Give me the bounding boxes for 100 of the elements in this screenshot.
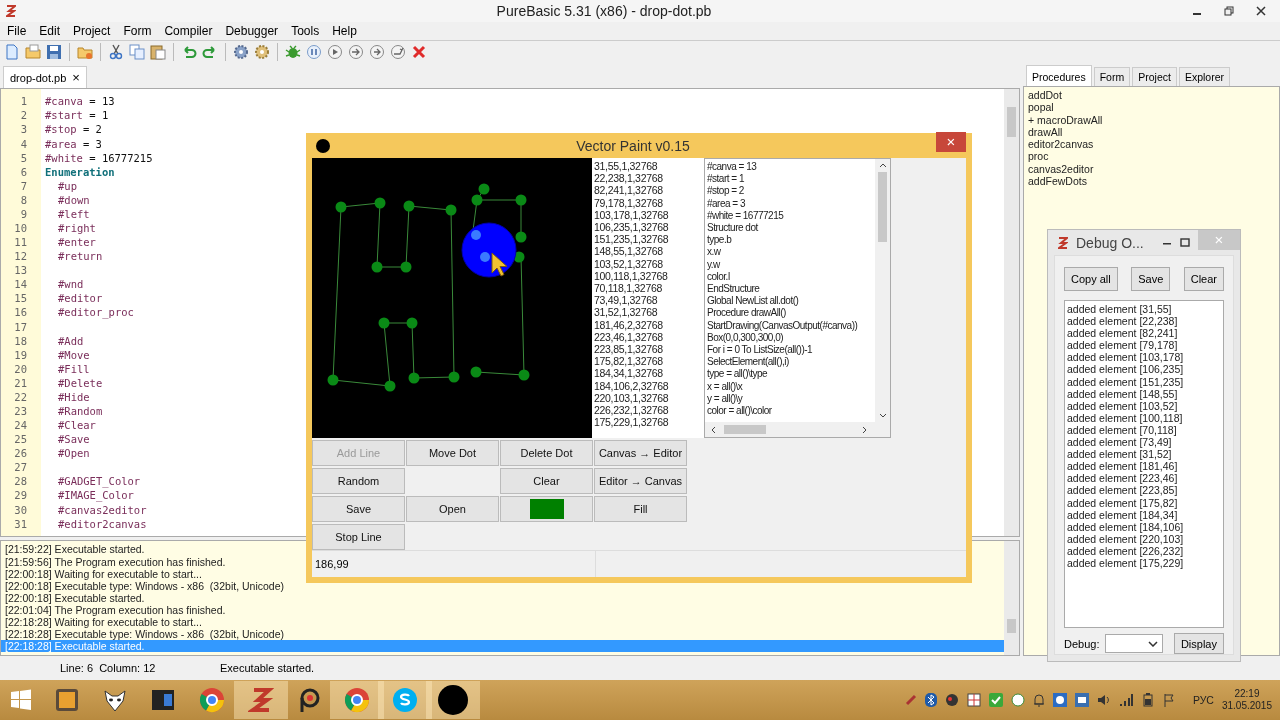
procedure-item[interactable]: canvas2editor <box>1028 162 1275 175</box>
display-button[interactable]: Display <box>1173 633 1224 654</box>
list-item[interactable]: 73,49,1,32768 <box>594 294 702 307</box>
check-icon[interactable] <box>988 693 1003 707</box>
stop-icon[interactable] <box>411 44 427 61</box>
tray-icon[interactable] <box>904 694 917 706</box>
panel-tab[interactable]: Explorer <box>1178 67 1230 87</box>
volume-icon[interactable] <box>1096 693 1111 707</box>
signal-icon[interactable] <box>1118 693 1133 707</box>
app-logo-icon[interactable] <box>248 687 274 713</box>
menu-item[interactable]: Help <box>332 23 357 38</box>
scroll-up-icon[interactable] <box>878 162 887 168</box>
undo-icon[interactable] <box>181 44 197 61</box>
tray-icon[interactable] <box>1010 693 1025 707</box>
list-item[interactable]: 100,118,1,32768 <box>594 269 702 283</box>
app-icon[interactable] <box>150 687 176 713</box>
list-item[interactable]: 223,85,1,32768 <box>594 343 702 356</box>
close-icon[interactable] <box>1256 5 1266 16</box>
procedure-item[interactable]: + macroDrawAll <box>1028 113 1275 126</box>
scroll-down-icon[interactable] <box>878 413 887 419</box>
menu-item[interactable]: Compiler <box>164 23 213 38</box>
scrollbar-thumb[interactable] <box>878 172 887 242</box>
menu-item[interactable]: Debugger <box>225 23 279 38</box>
clock-time[interactable]: 22:19 <box>1234 688 1260 700</box>
list-item[interactable]: 226,232,1,32768 <box>594 404 702 417</box>
step-icon[interactable] <box>369 44 385 61</box>
toolbar-button[interactable]: Move Dot <box>406 440 499 466</box>
menu-item[interactable]: Form <box>123 23 152 38</box>
source-editor[interactable] <box>704 158 891 438</box>
clock-date[interactable]: 31.05.2015 <box>1221 700 1272 712</box>
procedure-item[interactable]: popal <box>1028 101 1275 114</box>
procedure-item[interactable]: proc <box>1028 150 1275 163</box>
save-icon[interactable] <box>46 44 62 61</box>
gear-icon[interactable] <box>233 44 249 61</box>
list-item[interactable]: 106,235,1,32768 <box>594 221 702 234</box>
folder-icon[interactable] <box>77 44 93 61</box>
list-item[interactable]: 151,235,1,32768 <box>594 233 702 246</box>
list-item[interactable]: 148,55,1,32768 <box>594 245 702 258</box>
vertical-scrollbar[interactable] <box>875 159 890 422</box>
color-picker-button[interactable] <box>500 496 593 522</box>
alien-head-icon[interactable] <box>102 687 128 713</box>
vertical-scrollbar[interactable] <box>1004 89 1019 537</box>
list-item[interactable]: 223,46,1,32768 <box>594 330 702 344</box>
step-icon[interactable] <box>348 44 364 61</box>
toolbar-button[interactable]: Open <box>406 496 499 522</box>
procedure-item[interactable]: addDot <box>1028 89 1275 102</box>
debug-button[interactable]: Copy all <box>1064 267 1118 291</box>
panel-tab[interactable]: Procedures <box>1026 65 1092 87</box>
skype-icon[interactable] <box>391 686 419 714</box>
menu-item[interactable]: Project <box>73 23 111 38</box>
vertical-scrollbar[interactable] <box>1004 541 1019 656</box>
keyboard-layout-icon[interactable] <box>1074 693 1089 707</box>
toolbar-button[interactable]: Random <box>312 468 405 494</box>
horizontal-scrollbar[interactable] <box>705 422 890 437</box>
battery-icon[interactable] <box>1140 693 1155 707</box>
copy-icon[interactable] <box>129 44 145 61</box>
list-item[interactable]: 103,52,1,32768 <box>594 257 702 270</box>
close-button[interactable]: × <box>936 131 966 152</box>
scrollbar-thumb[interactable] <box>724 425 766 434</box>
menu-item[interactable]: Edit <box>39 23 61 38</box>
procedure-item[interactable]: editor2canvas <box>1028 138 1275 151</box>
tray-icon[interactable] <box>944 693 959 707</box>
debug-button[interactable]: Clear <box>1183 267 1224 291</box>
panel-tab[interactable]: Form <box>1093 67 1131 87</box>
procedure-item[interactable]: addFewDots <box>1028 174 1275 187</box>
toolbar-button[interactable]: Canvas → Editor <box>594 440 687 466</box>
toolbar-button[interactable]: Save <box>312 496 405 522</box>
list-item[interactable]: 175,82,1,32768 <box>594 355 702 368</box>
restore-icon[interactable] <box>1224 5 1234 16</box>
redo-icon[interactable] <box>202 44 218 61</box>
bell-icon[interactable] <box>1032 693 1045 707</box>
bluetooth-icon[interactable] <box>924 693 937 707</box>
toolbar-button[interactable]: Clear <box>500 468 593 494</box>
menu-item[interactable]: Tools <box>291 23 320 38</box>
toolbar-button[interactable]: Editor → Canvas <box>594 468 687 494</box>
toolbar-button[interactable]: Fill <box>594 496 687 522</box>
bug-icon[interactable] <box>285 44 301 61</box>
list-item[interactable]: 31,55,1,32768 <box>594 160 702 173</box>
file-tab[interactable]: drop-dot.pb × <box>3 66 87 89</box>
browser-icon[interactable] <box>343 686 371 714</box>
list-item[interactable]: 220,103,1,32768 <box>594 391 702 405</box>
start-icon[interactable] <box>10 689 32 711</box>
tray-icon[interactable] <box>966 693 981 707</box>
toolbar-button[interactable]: Delete Dot <box>500 440 593 466</box>
list-item[interactable]: 175,229,1,32768 <box>594 416 702 429</box>
list-item[interactable]: 70,118,1,32768 <box>594 282 702 295</box>
list-item[interactable]: 82,241,1,32768 <box>594 184 702 197</box>
paste-icon[interactable] <box>150 44 166 61</box>
tray-icon[interactable] <box>1052 693 1067 707</box>
panel-tab[interactable]: Project <box>1132 67 1177 87</box>
circle-icon[interactable] <box>438 685 468 715</box>
list-item[interactable]: 22,238,1,32768 <box>594 172 702 185</box>
close-tab-button[interactable]: × <box>72 70 80 86</box>
list-item[interactable]: 181,46,2,32768 <box>594 318 702 331</box>
play-icon[interactable] <box>327 44 343 61</box>
pause-icon[interactable] <box>306 44 322 61</box>
scroll-right-icon[interactable] <box>862 425 868 434</box>
caret-icon[interactable] <box>1148 640 1159 647</box>
cut-icon[interactable] <box>108 44 124 61</box>
app-icon[interactable] <box>54 687 80 713</box>
